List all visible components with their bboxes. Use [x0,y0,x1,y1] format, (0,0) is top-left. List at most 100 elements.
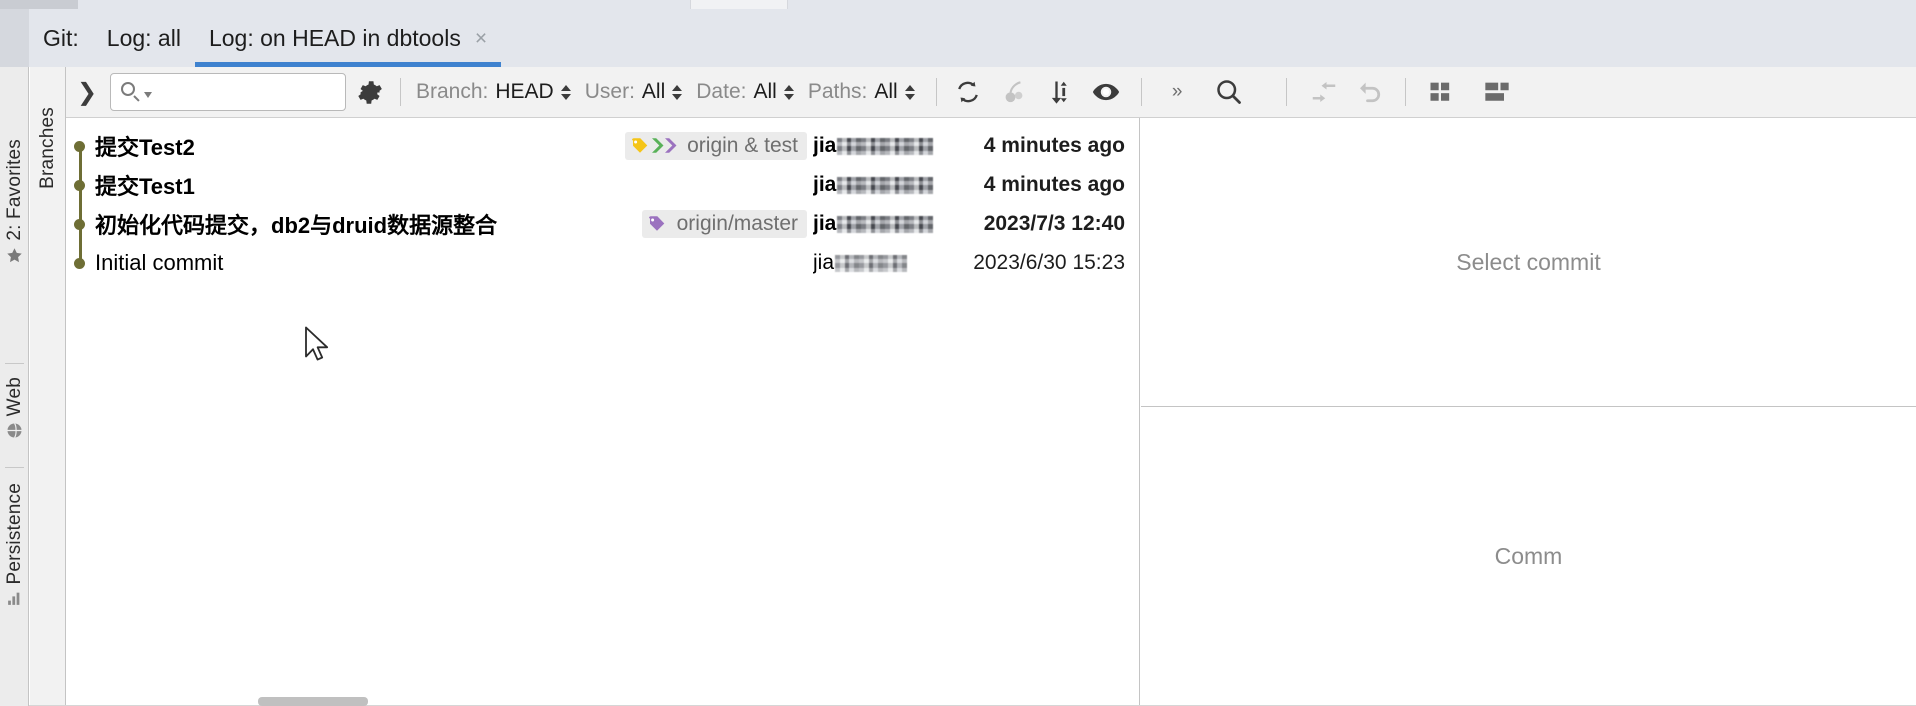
chevron-updown-icon[interactable] [783,84,794,100]
toolbar-divider-3 [1140,78,1142,106]
commit-graph-cell [66,165,95,204]
commit-author-redacted [837,215,934,233]
ref-label: origin & test [687,133,798,157]
date-filter[interactable]: Date: All [689,80,801,104]
commit-author-visible: jia [813,250,835,274]
commit-subject: 提交Test1 [95,173,195,199]
commit-graph-cell [66,243,95,282]
branches-side-panel-tab[interactable]: Branches [30,67,66,706]
commit-date: 4 minutes ago [983,172,1125,196]
date-filter-value: All [753,80,777,103]
star-icon [6,247,23,268]
commit-message-placeholder: Comm [1494,543,1563,569]
sidebar-item-web-label: Web [3,377,25,417]
user-filter[interactable]: User: All [578,80,690,104]
date-filter-key: Date: [696,80,747,103]
window-top-strip [0,0,1916,9]
commit-date: 4 minutes ago [983,133,1125,157]
layout-split-icon[interactable] [1474,69,1520,115]
commit-date: 2023/7/3 12:40 [983,211,1125,235]
chevron-right-icon[interactable]: ❯ [66,67,108,118]
layout-grid-icon[interactable] [1418,69,1464,115]
chevron-updown-icon[interactable] [904,84,915,100]
branch-filter[interactable]: Branch: HEAD [409,80,578,104]
chevron-updown-icon[interactable] [672,84,683,100]
tab-list: Git: Log: all Log: on HEAD in dbtools × [29,9,502,67]
tab-log-all[interactable]: Log: all [93,9,195,67]
paths-filter[interactable]: Paths: All [801,80,922,104]
commit-subject: 初始化代码提交，db2与druid数据源整合 [95,212,498,238]
gear-icon[interactable] [346,79,392,106]
refresh-icon[interactable] [945,69,991,115]
log-toolbar: ❯ Branch: HEAD User: All Date: All Paths… [66,67,1916,118]
close-icon[interactable]: × [475,28,487,49]
search-icon [121,82,141,102]
tab-log-all-label: Log: all [106,24,181,51]
database-icon [6,590,23,611]
sidebar-item-persistence-label: Persistence [3,483,25,585]
paths-filter-key: Paths: [807,80,868,103]
horizontal-scrollbar-thumb[interactable] [258,697,368,706]
ref-chip[interactable]: origin/master [641,209,807,238]
table-row[interactable]: 提交Test2 origin & test jia 4 minutes ago [66,126,1139,165]
branches-label-wrap: Branches [30,107,66,189]
commit-author-visible: jia [813,211,837,235]
commit-subject: Initial commit [95,249,224,275]
commit-subject: 提交Test2 [95,134,195,160]
commit-author: jia [813,251,957,275]
commit-author: jia [813,134,957,158]
commit-details-pane: Select commit Comm [1141,118,1916,706]
commit-author-redacted [835,254,908,272]
top-strip-left-seam [0,0,78,9]
more-options-icon[interactable]: » [1154,69,1200,115]
commit-log-table[interactable]: 提交Test2 origin & test jia 4 minutes ago [66,118,1140,706]
sidebar-item-web[interactable]: Web [0,377,29,443]
chevron-down-icon[interactable] [144,92,152,98]
git-log-tool-window: Git: Log: all Log: on HEAD in dbtools × … [0,0,1916,706]
tag-purple-icon [648,216,664,231]
undo-icon [1347,69,1393,115]
table-row[interactable]: 初始化代码提交，db2与druid数据源整合 origin/master jia… [66,204,1139,243]
branch-purple-icon [665,138,677,153]
go-to-hash-icon [1301,69,1347,115]
top-strip-editor-tab-seam [690,0,788,9]
toolbar-divider-4 [1285,78,1287,106]
tab-log-on-head-in-dbtools[interactable]: Log: on HEAD in dbtools × [194,9,502,67]
sidebar-item-favorites[interactable]: 2: Favorites [0,139,29,268]
left-strip-divider-2 [5,467,24,468]
commit-author-visible: jia [813,172,837,196]
commit-graph-cell [66,126,95,165]
ref-label: origin/master [676,211,798,235]
commit-node-dot [74,258,85,269]
tabbar-left-gutter [0,9,29,67]
sidebar-item-persistence[interactable]: Persistence [0,483,29,611]
table-row[interactable]: 提交Test1 jia 4 minutes ago [66,165,1139,204]
cherry-pick-icon [991,69,1037,115]
search-input[interactable] [110,73,346,111]
commit-author-redacted [837,137,934,155]
commit-graph-cell [66,204,95,243]
commit-author: jia [813,212,957,236]
tab-log-on-head-label: Log: on HEAD in dbtools [208,24,461,51]
user-filter-value: All [641,80,666,103]
sidebar-item-favorites-label: 2: Favorites [3,139,25,241]
search-icon[interactable] [1206,69,1252,115]
commit-node-dot [74,141,85,152]
commit-node-dot [74,180,85,191]
toolbar-divider-2 [935,78,937,106]
ref-chip[interactable]: origin & test [625,131,807,160]
branch-filter-key: Branch: [416,80,489,103]
intellisort-icon[interactable] [1037,69,1083,115]
commit-refs: origin/master [641,209,813,238]
chevron-updown-icon[interactable] [560,84,571,100]
table-row[interactable]: Initial commit jia 2023/6/30 15:23 [66,243,1139,282]
show-details-eye-icon[interactable] [1083,69,1129,115]
select-commit-placeholder: Select commit [1456,248,1601,275]
branches-label: Branches [37,107,58,189]
commit-refs: origin & test [625,131,813,160]
ref-icons [631,137,680,154]
user-filter-key: User: [584,80,635,103]
branch-filter-value: HEAD [495,80,554,103]
tabbar-group-label: Git: [43,25,79,51]
toolbar-divider-5 [1404,78,1406,106]
